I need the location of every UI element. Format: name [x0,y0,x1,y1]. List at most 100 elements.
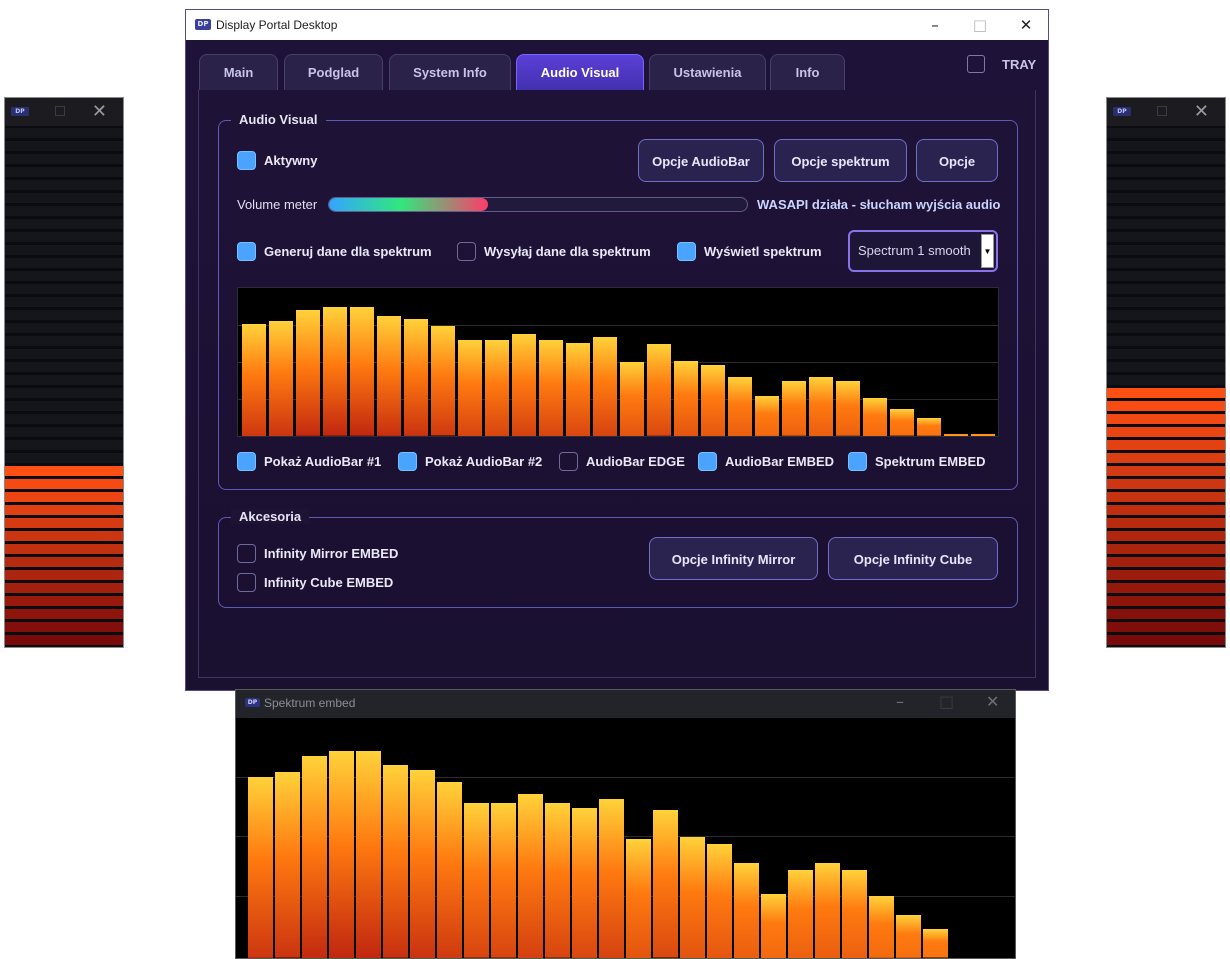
wysylaj-label: Wysyłaj dane dla spektrum [484,244,651,259]
tab-main[interactable]: Main [199,54,278,90]
spectrum-bar [377,316,401,436]
audiobar-embed-checkbox[interactable] [698,452,717,471]
spectrum-bar [410,769,435,958]
minimize-icon[interactable]: – [920,14,950,36]
tab-ustawienia[interactable]: Ustawienia [649,54,766,90]
close-icon[interactable]: ✕ [1011,14,1041,36]
close-icon[interactable]: ✕ [986,692,999,711]
spectrum-bar [302,755,327,958]
spectrum-bar [890,409,914,436]
close-icon[interactable]: ✕ [1194,101,1209,122]
title-bar[interactable]: DP Display Portal Desktop – □ ✕ [186,10,1048,40]
spektrum-embed-checkbox[interactable] [848,452,867,471]
maximize-icon[interactable] [55,106,65,116]
close-icon[interactable]: ✕ [92,101,107,122]
spektrum-embed-label: Spektrum EMBED [875,454,986,469]
tab-info[interactable]: Info [770,54,845,90]
aktywny-checkbox[interactable] [237,151,256,170]
meter-segment [1107,518,1225,528]
meter-segment [5,401,123,411]
meter-segment [1107,596,1225,606]
opcje-infinity-cube-button[interactable]: Opcje Infinity Cube [828,537,998,580]
chevron-down-icon[interactable]: ▼ [981,234,994,268]
spectrum-bar [356,750,381,958]
tab-podglad[interactable]: Podglad [284,54,383,90]
tab-system-info[interactable]: System Info [389,54,511,90]
group-title: Audio Visual [231,112,326,127]
generuj-checkbox[interactable] [237,242,256,261]
meter-segment [5,492,123,502]
meter-segment [1107,414,1225,424]
meter-segment [1107,583,1225,593]
tab-audio-visual[interactable]: Audio Visual [516,54,644,90]
meter-segment [5,531,123,541]
spectrum-bar [512,333,536,436]
wysylaj-checkbox[interactable] [457,242,476,261]
spectrum-bar [464,803,489,958]
meter-segment [1107,258,1225,268]
meter-segment [5,284,123,294]
maximize-icon[interactable] [1157,106,1167,116]
meter-segment [1107,245,1225,255]
meter-segment [1107,479,1225,489]
audiobar-right-titlebar[interactable]: DP ✕ [1107,98,1225,126]
meter-segment [5,505,123,515]
meter-segment [1107,609,1225,619]
infinity-mirror-checkbox[interactable] [237,544,256,563]
spectrum-bar [431,326,455,436]
spectrum-bar [329,750,354,958]
meter-segment [5,258,123,268]
spectrum-bar [653,810,678,958]
meter-segment [1107,128,1225,138]
meter-segment [5,167,123,177]
pokaz-audiobar-1-checkbox[interactable] [237,452,256,471]
embed-window-title: Spektrum embed [264,696,356,710]
meter-segment [5,180,123,190]
minimize-icon[interactable]: – [896,692,904,711]
spectrum-bar [836,381,860,436]
spectrum-bar [680,836,705,958]
opcje-spektrum-button[interactable]: Opcje spektrum [774,139,907,182]
tray-label: TRAY [1002,57,1037,72]
meter-segment [1107,232,1225,242]
meter-segment [5,544,123,554]
spectrum-mode-select[interactable]: Spectrum 1 smooth ▼ [848,230,998,272]
spectrum-bar [917,418,941,436]
meter-segment [5,440,123,450]
spectrum-bar [350,307,374,436]
volume-meter [328,197,748,212]
audiobar-left-titlebar[interactable]: DP ✕ [5,98,123,126]
spectrum-bar [701,364,725,436]
volume-meter-label: Volume meter [237,197,318,212]
meter-segment [5,232,123,242]
wasapi-status: WASAPI działa - słucham wyjścia audio [757,197,1001,212]
volume-meter-fill [329,198,488,211]
opcje-button[interactable]: Opcje [916,139,998,182]
meter-segment [1107,557,1225,567]
app-logo-icon: DP [11,107,29,116]
wyswietl-checkbox[interactable] [677,242,696,261]
opcje-infinity-mirror-button[interactable]: Opcje Infinity Mirror [649,537,818,580]
meter-segment [1107,167,1225,177]
audiobar-edge-checkbox[interactable] [559,452,578,471]
wyswietl-label: Wyświetl spektrum [704,244,822,259]
infinity-cube-checkbox[interactable] [237,573,256,592]
spectrum-bar [323,307,347,436]
pokaz-audiobar-2-checkbox[interactable] [398,452,417,471]
maximize-icon[interactable]: □ [939,692,954,711]
embed-titlebar[interactable]: DP Spektrum embed – □ ✕ [236,690,1015,718]
meter-segment [5,310,123,320]
maximize-icon[interactable]: □ [965,14,995,36]
meter-segment [1107,271,1225,281]
meter-segment [5,570,123,580]
meter-segment [1107,622,1225,632]
meter-segment [5,128,123,138]
spectrum-bar [269,320,293,436]
spectrum-bar [437,781,462,958]
tray-checkbox[interactable] [967,55,985,73]
opcje-audiobar-button[interactable]: Opcje AudioBar [638,139,764,182]
meter-segment [1107,310,1225,320]
meter-segment [1107,531,1225,541]
audiobar-meter [5,126,123,647]
meter-segment [5,271,123,281]
